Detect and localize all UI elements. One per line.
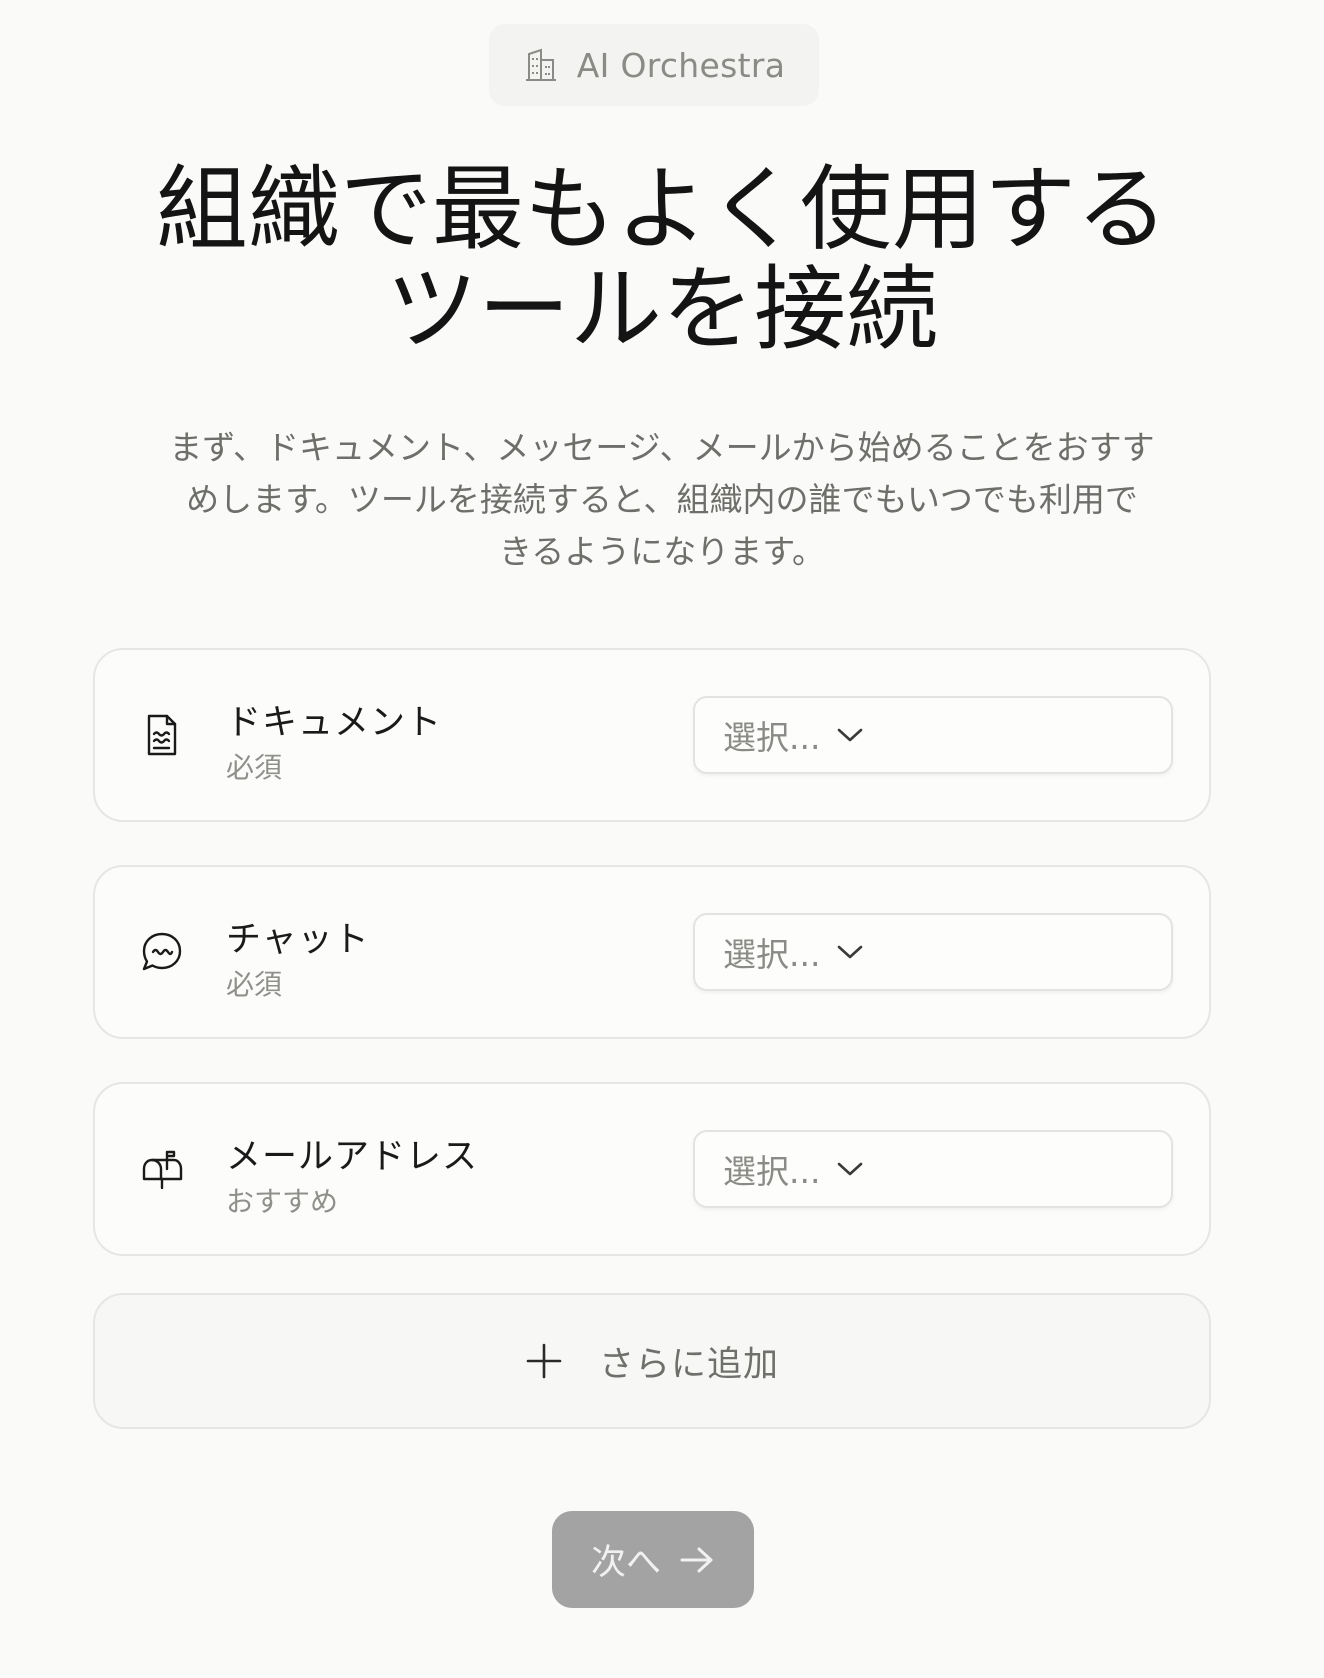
next-button[interactable]: 次へ [552, 1511, 754, 1608]
organization-name: AI Orchestra [576, 45, 786, 85]
page-description-line-2: めします。ツールを接続すると、組織内の誰でもいつでも利用で [186, 480, 1138, 519]
page-title-line-2: ツールを接続 [385, 256, 938, 363]
chat-tool-select[interactable]: 選択... [693, 913, 1173, 991]
tool-card-chat: チャット 必須 選択... [93, 865, 1211, 1039]
page-description: まず、ドキュメント、メッセージ、メールから始めることをおすす めします。ツールを… [120, 422, 1204, 578]
mailbox-icon [139, 1146, 185, 1192]
tool-requirement-label: 必須 [226, 751, 283, 784]
chevron-down-icon [836, 943, 864, 961]
select-placeholder: 選択... [723, 1152, 821, 1191]
next-button-label: 次へ [590, 1543, 661, 1583]
building-icon [523, 48, 559, 82]
document-icon [139, 712, 185, 758]
add-more-button[interactable]: さらに追加 [93, 1293, 1211, 1429]
email-tool-select[interactable]: 選択... [693, 1130, 1173, 1208]
tool-requirement-label: 必須 [226, 968, 283, 1001]
chevron-down-icon [836, 1160, 864, 1178]
select-placeholder: 選択... [723, 935, 821, 974]
page-title: 組織で最もよく使用する ツールを接続 [120, 160, 1204, 360]
tool-card-documents: ドキュメント 必須 選択... [93, 648, 1211, 822]
tool-requirement-label: おすすめ [226, 1185, 339, 1218]
tool-card-email: メールアドレス おすすめ 選択... [93, 1082, 1211, 1256]
add-more-label: さらに追加 [598, 1344, 779, 1385]
tool-name: ドキュメント [226, 703, 443, 743]
page-description-line-1: まず、ドキュメント、メッセージ、メールから始めることをおすす [169, 428, 1155, 467]
page-title-line-1: 組織で最もよく使用する [155, 156, 1168, 263]
organization-badge: AI Orchestra [489, 24, 819, 106]
chevron-down-icon [836, 726, 864, 744]
page-description-line-3: きるようになります。 [498, 532, 826, 571]
select-placeholder: 選択... [723, 718, 821, 757]
chat-icon [139, 929, 185, 975]
tool-name: メールアドレス [226, 1137, 479, 1177]
documents-tool-select[interactable]: 選択... [693, 696, 1173, 774]
tool-name: チャット [226, 920, 370, 960]
arrow-right-icon [679, 1545, 715, 1575]
plus-icon [525, 1342, 563, 1380]
